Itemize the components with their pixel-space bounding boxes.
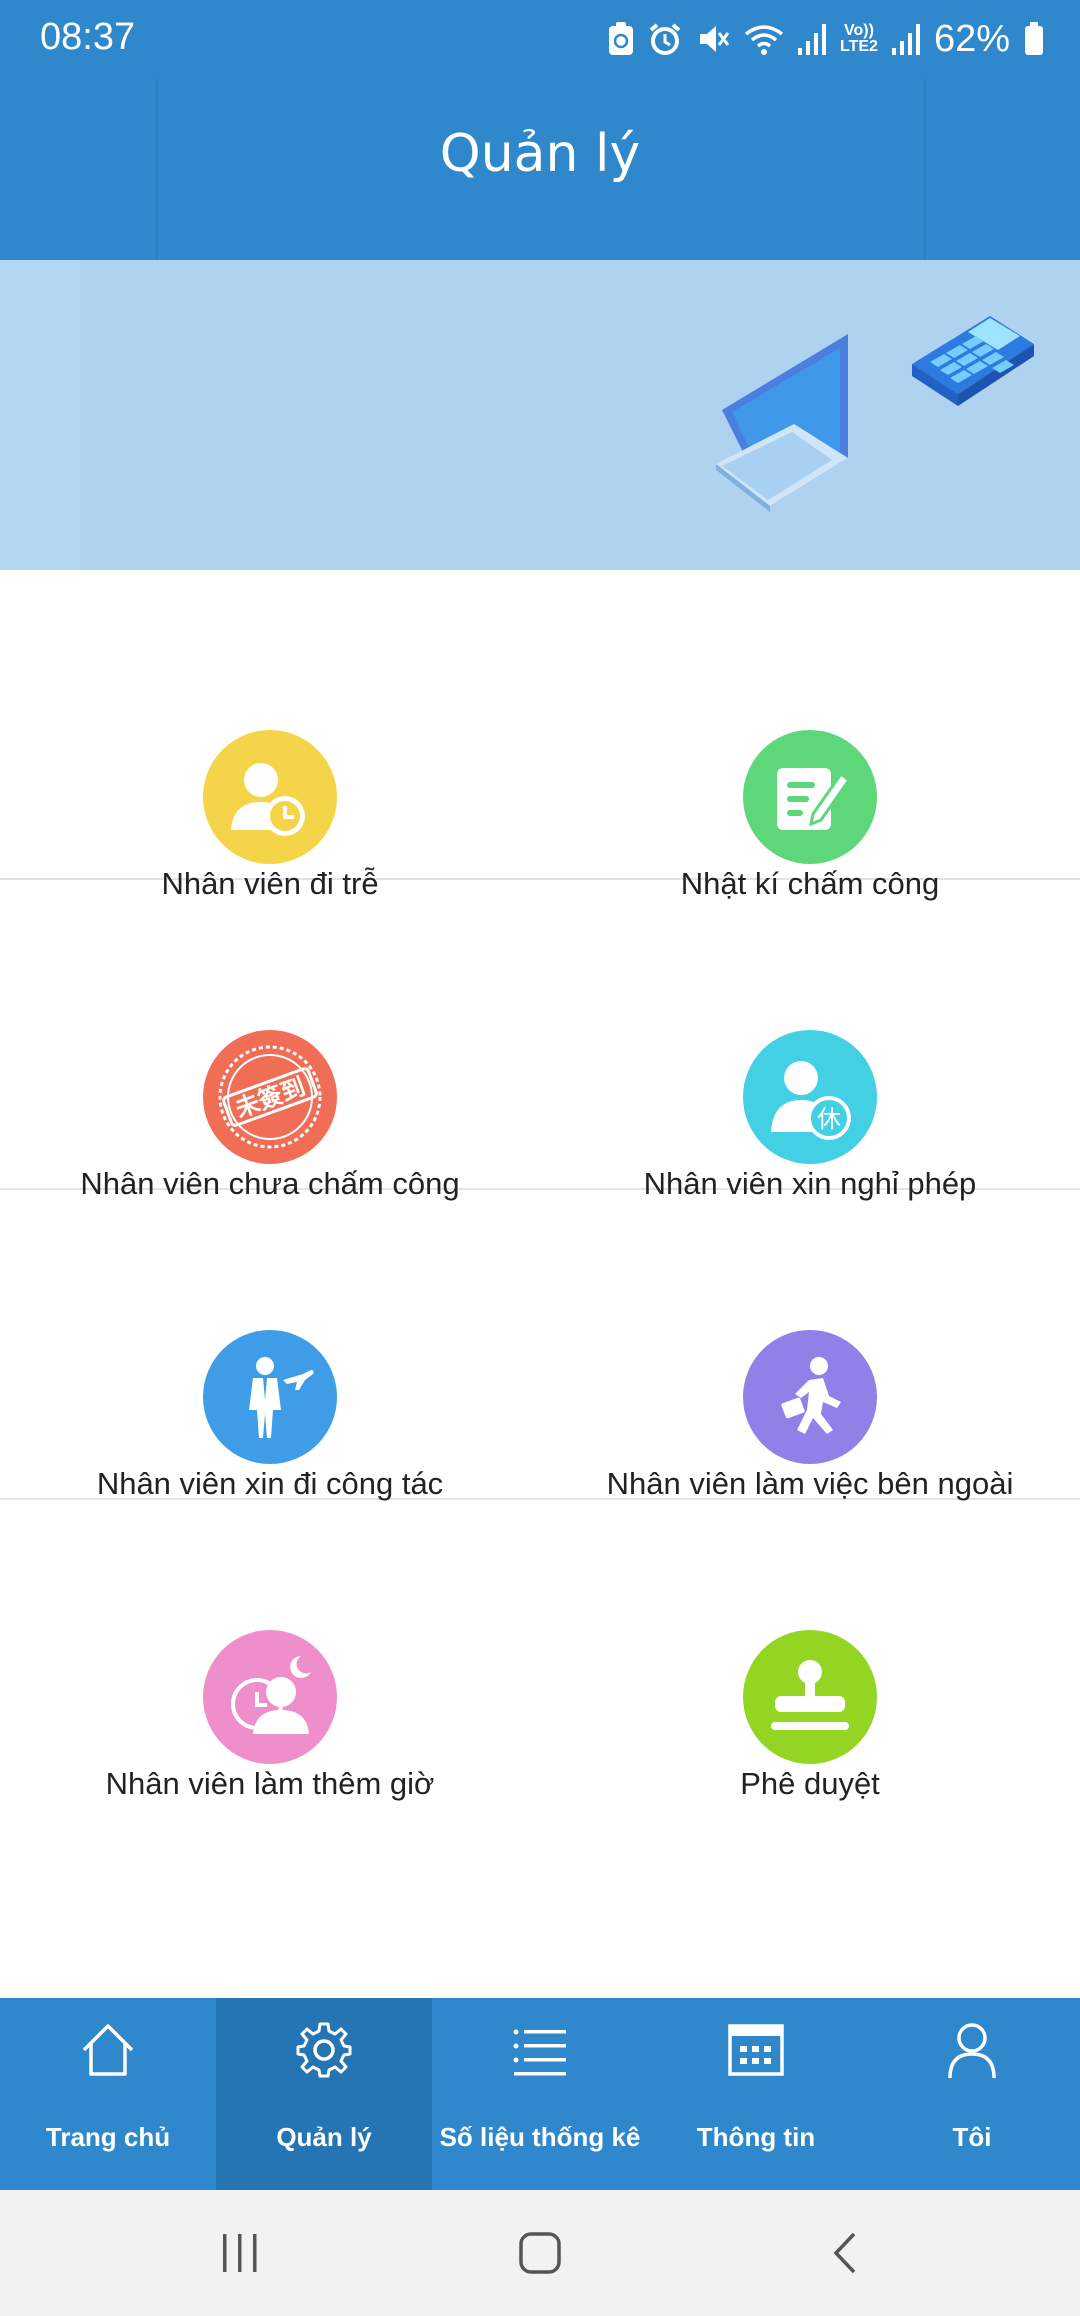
calculator-illustration: [912, 316, 1034, 406]
signal-icon-2: [891, 22, 920, 56]
bottom-tab-bar: Trang chủ Quản lý Số liệu thống kê Thông…: [0, 1998, 1080, 2190]
sync-icon: [608, 22, 634, 56]
menu-row: Nhân viên đi trễ Nhật kí chấm công: [0, 570, 1080, 901]
menu-item-label: Nhân viên xin đi công tác: [96, 1466, 444, 1501]
back-button[interactable]: [806, 2220, 886, 2286]
field-work-icon: [743, 1330, 877, 1464]
menu-item-label: Nhân viên làm việc bên ngoài: [606, 1466, 1014, 1501]
business-trip-icon: [203, 1330, 337, 1464]
tab-statistics[interactable]: Số liệu thống kê: [432, 1998, 648, 2190]
tab-info[interactable]: Thông tin: [648, 1998, 864, 2190]
volte-icon: Vo)) LTE2: [840, 22, 878, 55]
late-employee-icon: [203, 730, 337, 864]
home-button[interactable]: [500, 2220, 580, 2286]
tab-me[interactable]: Tôi: [864, 1998, 1080, 2190]
page-title: Quản lý: [439, 124, 641, 184]
tab-home[interactable]: Trang chủ: [0, 1998, 216, 2190]
menu-item-field-work[interactable]: Nhân viên làm việc bên ngoài: [540, 1190, 1080, 1501]
menu-item-business-trip[interactable]: Nhân viên xin đi công tác: [0, 1190, 540, 1501]
menu-item-label: Phê duyệt: [740, 1766, 880, 1801]
menu-row: Nhân viên xin đi công tác Nhân viên làm …: [0, 1190, 1080, 1501]
overtime-icon: [203, 1630, 337, 1764]
battery-percent: 62%: [933, 17, 1010, 60]
recent-apps-button[interactable]: [200, 2220, 280, 2286]
timesheet-log-icon: [743, 730, 877, 864]
menu-item-not-checked-in[interactable]: 未簽到 Nhân viên chưa chấm công: [0, 880, 540, 1201]
tab-label: Trang chủ: [45, 2122, 171, 2152]
battery-icon: [1024, 22, 1044, 56]
tab-management[interactable]: Quản lý: [216, 1998, 432, 2190]
menu-item-leave-request[interactable]: 休 Nhân viên xin nghỉ phép: [540, 880, 1080, 1201]
calendar-icon: [648, 2020, 864, 2080]
leave-request-icon: 休: [743, 1030, 877, 1164]
menu-row: Nhân viên làm thêm giờ Phê duyệt: [0, 1500, 1080, 1810]
status-time: 08:37: [40, 16, 136, 58]
person-icon: [864, 2020, 1080, 2080]
mute-icon: [696, 22, 730, 56]
menu-item-late-employees[interactable]: Nhân viên đi trễ: [0, 570, 540, 901]
menu-item-approval[interactable]: Phê duyệt: [540, 1500, 1080, 1810]
menu-item-timesheet-log[interactable]: Nhật kí chấm công: [540, 570, 1080, 901]
banner: [0, 260, 1080, 570]
approval-stamp-icon: [743, 1630, 877, 1764]
menu-row: 未簽到 Nhân viên chưa chấm công 休 Nhân viên…: [0, 880, 1080, 1201]
tab-label: Thông tin: [696, 2122, 816, 2152]
list-icon: [432, 2020, 648, 2080]
menu-item-overtime[interactable]: Nhân viên làm thêm giờ: [0, 1500, 540, 1810]
tab-label: Tôi: [952, 2122, 992, 2152]
banner-illustration: [0, 260, 1034, 570]
signal-icon: [798, 22, 826, 56]
tab-label: Số liệu thống kê: [439, 2122, 641, 2152]
status-icons: Vo)) LTE2 62%: [608, 14, 1044, 64]
tab-label: Quản lý: [276, 2122, 372, 2152]
alarm-icon: [648, 22, 682, 56]
not-checked-in-stamp-icon: 未簽到: [203, 1030, 337, 1164]
system-nav-bar: [0, 2190, 1080, 2316]
home-icon: [0, 2020, 216, 2080]
gear-icon: [216, 2020, 432, 2080]
leave-badge-text: 休: [817, 1105, 841, 1133]
app-header: Quản lý: [0, 78, 1080, 260]
status-bar: 08:37 Vo)) LTE2 62%: [0, 0, 1080, 78]
laptop-illustration: [716, 334, 848, 512]
wifi-icon: [744, 22, 784, 56]
menu-item-label: Nhân viên làm thêm giờ: [105, 1766, 435, 1801]
